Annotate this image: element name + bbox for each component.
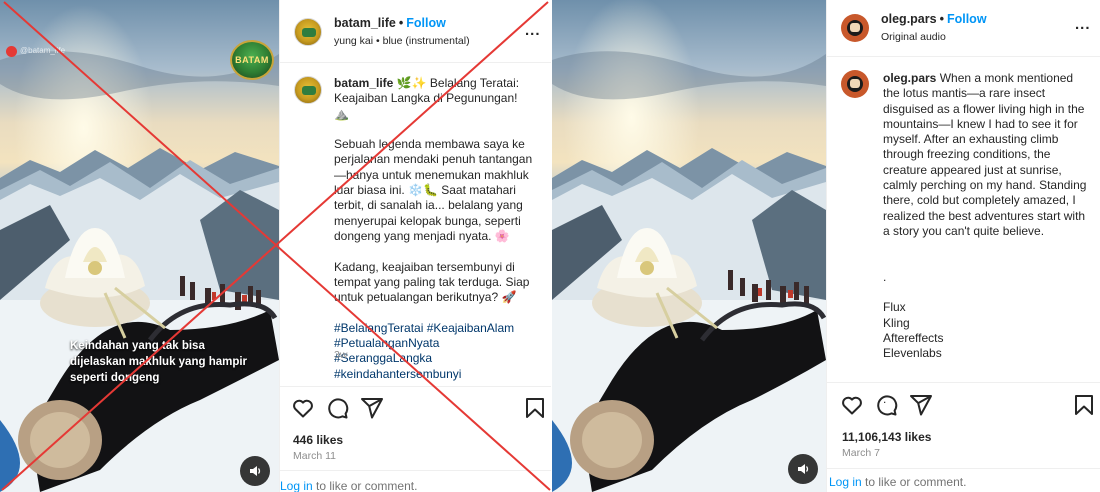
post-caption: oleg.pars When a monk mentioned the lotu… xyxy=(883,71,1087,407)
sound-icon[interactable] xyxy=(788,454,818,484)
heart-icon[interactable] xyxy=(840,393,864,417)
video-overlay-caption: Keindahan yang tak bisa dijelaskan makhl… xyxy=(70,340,248,384)
post-caption: batam_life 🌿✨ Belalang Teratai: Keajaiba… xyxy=(334,76,533,381)
follow-button[interactable]: Follow xyxy=(406,16,446,30)
post-author: batam_life • Follow xyxy=(334,16,446,30)
login-prompt: Log in to like or comment. xyxy=(829,475,967,489)
lotus-mantis-photo xyxy=(552,0,826,492)
comment-icon[interactable] xyxy=(325,396,349,420)
likes-count[interactable]: 446 likes xyxy=(293,433,343,447)
follow-button[interactable]: Follow xyxy=(947,12,987,26)
post-author: oleg.pars • Follow xyxy=(881,12,987,26)
bookmark-icon[interactable] xyxy=(523,396,547,420)
divider xyxy=(827,468,1100,469)
avatar[interactable] xyxy=(841,14,869,42)
comment-avatar[interactable] xyxy=(841,70,869,98)
comment-icon[interactable] xyxy=(874,393,898,417)
right-post-sidebar: oleg.pars • Follow Original audio ... oleg… xyxy=(826,0,1100,492)
audio-track[interactable]: yung kai • blue (instrumental) xyxy=(334,35,470,47)
divider xyxy=(280,470,551,471)
batam-logo-badge: BATAM xyxy=(230,40,274,80)
audio-track[interactable]: Original audio xyxy=(881,31,946,43)
time-ago: 3w xyxy=(334,349,348,361)
likes-count[interactable]: 11,106,143 likes xyxy=(842,430,931,444)
left-media[interactable]: @batam_life BATAM Keindahan yang tak bis… xyxy=(0,0,279,492)
watermark-text: @batam_life xyxy=(20,46,66,55)
record-icon xyxy=(6,46,17,57)
divider xyxy=(827,382,1100,383)
heart-icon[interactable] xyxy=(291,396,315,420)
caption-username[interactable]: oleg.pars xyxy=(883,71,936,85)
avatar[interactable] xyxy=(294,18,322,46)
sound-icon[interactable] xyxy=(240,456,270,486)
comment-avatar[interactable] xyxy=(294,76,322,104)
divider xyxy=(280,386,551,387)
post-date: March 11 xyxy=(293,450,336,462)
more-options-button[interactable]: ... xyxy=(525,22,541,39)
post-date: March 7 xyxy=(842,447,880,459)
caption-username[interactable]: batam_life xyxy=(334,76,393,90)
bookmark-icon[interactable] xyxy=(1072,393,1096,417)
username-link[interactable]: batam_life xyxy=(334,16,396,30)
login-link[interactable]: Log in xyxy=(829,475,862,489)
more-options-button[interactable]: ... xyxy=(1075,16,1091,33)
share-icon[interactable] xyxy=(360,396,384,420)
right-media[interactable] xyxy=(552,0,826,492)
left-post-sidebar: batam_life • Follow yung kai • blue (instr… xyxy=(279,0,551,492)
share-icon[interactable] xyxy=(909,393,933,417)
login-prompt: Log in to like or comment. xyxy=(280,479,418,492)
username-link[interactable]: oleg.pars xyxy=(881,12,937,26)
post-header: batam_life • Follow yung kai • blue (instr… xyxy=(280,0,551,63)
hashtags[interactable]: #BelalangTeratai #KeajaibanAlam #Petuala… xyxy=(334,321,517,381)
post-header: oleg.pars • Follow Original audio ... xyxy=(827,0,1100,57)
login-link[interactable]: Log in xyxy=(280,479,313,492)
